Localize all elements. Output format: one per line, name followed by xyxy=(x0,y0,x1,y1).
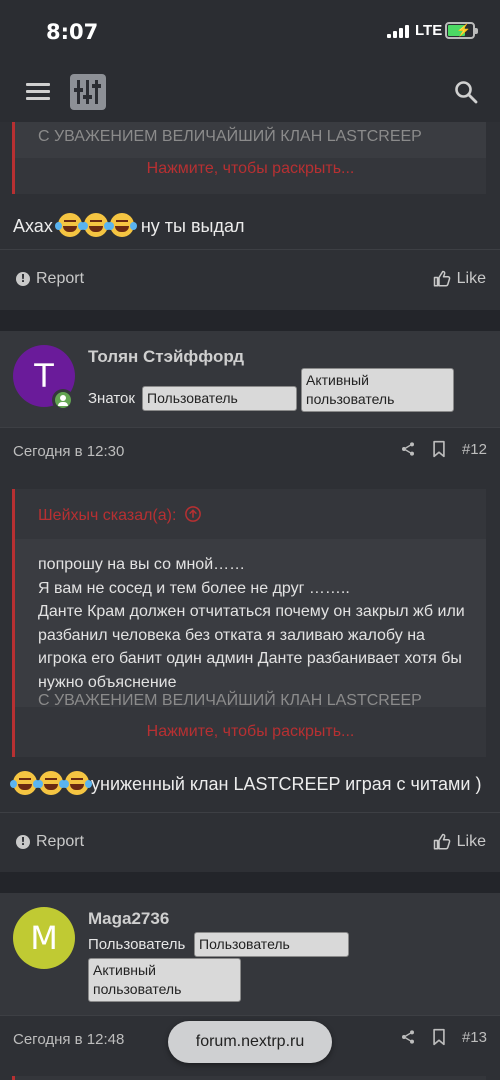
post-card: С УВАЖЕНИЕМ ВЕЛИЧАЙШИЙ КЛАН LASTCREEP На… xyxy=(0,122,500,310)
arrow-up-circle-icon xyxy=(185,506,201,522)
thread-content: С УВАЖЕНИЕМ ВЕЛИЧАЙШИЙ КЛАН LASTCREEP На… xyxy=(0,122,500,1080)
like-button[interactable]: Like xyxy=(433,833,486,851)
info-icon: ! xyxy=(16,835,30,849)
quote-block xyxy=(12,1076,486,1080)
browser-url-bar[interactable]: forum.nextrp.ru xyxy=(168,1021,332,1063)
forum-logo-icon[interactable] xyxy=(70,74,106,110)
message-text: ну ты выдал xyxy=(140,216,245,236)
tears-of-joy-icon xyxy=(54,213,85,237)
user-rank: Знаток xyxy=(88,390,135,407)
quote-block: Шейхыч сказал(а): попрошу на вы со мной…… xyxy=(12,489,486,757)
status-time: 8:07 xyxy=(46,20,99,44)
message-text: униженный клан LASTCREEP играя с читами … xyxy=(91,774,482,794)
like-label: Like xyxy=(456,270,486,287)
quote-author-label: Шейхыч сказал(а): xyxy=(38,507,177,524)
bookmark-icon[interactable] xyxy=(432,440,446,458)
quote-line: Данте Крам должен отчитаться почему он з… xyxy=(38,603,465,691)
post-message: Ахах ну ты выдал xyxy=(13,213,245,237)
quote-author[interactable]: Шейхыч сказал(а): xyxy=(38,505,202,525)
user-rank: Пользователь xyxy=(88,936,186,953)
share-icon[interactable] xyxy=(400,440,416,458)
tears-of-joy-icon xyxy=(62,771,92,795)
username-link[interactable]: Maga2736 xyxy=(88,909,169,929)
report-button[interactable]: ! Report xyxy=(16,270,84,288)
quote-fade-line: С УВАЖЕНИЕМ ВЕЛИЧАЙШИЙ КЛАН LASTCREEP xyxy=(38,692,422,709)
username-link[interactable]: Толян Стэйффорд xyxy=(88,347,244,367)
user-badge: Активный пользователь xyxy=(88,958,241,1002)
tears-of-joy-icon xyxy=(106,213,137,237)
quote-line: попрошу на вы со мной…… xyxy=(38,556,246,573)
post-date[interactable]: Сегодня в 12:48 xyxy=(13,1031,124,1048)
avatar[interactable]: M xyxy=(13,907,75,969)
signal-icon xyxy=(387,24,409,38)
user-badge: Пользователь xyxy=(194,932,349,957)
tears-of-joy-icon xyxy=(36,771,66,795)
tears-of-joy-icon xyxy=(10,771,40,795)
like-label: Like xyxy=(456,833,486,850)
report-button[interactable]: ! Report xyxy=(16,833,84,851)
network-label: LTE xyxy=(415,22,443,39)
expand-quote-link[interactable]: Нажмите, чтобы раскрыть... xyxy=(15,160,486,178)
user-badge: Активный пользователь xyxy=(301,368,454,412)
quote-text: попрошу на вы со мной…… Я вам не сосед и… xyxy=(38,553,474,694)
online-icon xyxy=(52,389,74,411)
thumbs-up-icon xyxy=(433,833,450,850)
info-icon: ! xyxy=(16,272,30,286)
expand-quote-link[interactable]: Нажмите, чтобы раскрыть... xyxy=(15,723,486,741)
quote-fade-line: С УВАЖЕНИЕМ ВЕЛИЧАЙШИЙ КЛАН LASTCREEP xyxy=(38,128,422,145)
post-card: T Толян Стэйффорд Знаток Пользователь Ак… xyxy=(0,331,500,872)
hamburger-icon[interactable] xyxy=(26,83,50,101)
app-header xyxy=(0,62,500,122)
report-label: Report xyxy=(36,833,85,850)
post-user-header: M Maga2736 Пользователь Пользователь Акт… xyxy=(0,893,500,1015)
like-button[interactable]: Like xyxy=(433,270,486,288)
status-bar: 8:07 LTE ⚡ xyxy=(0,0,500,62)
user-badge: Пользователь xyxy=(142,386,297,411)
post-date[interactable]: Сегодня в 12:30 xyxy=(13,443,124,460)
thumbs-up-icon xyxy=(433,270,450,287)
quote-block: С УВАЖЕНИЕМ ВЕЛИЧАЙШИЙ КЛАН LASTCREEP На… xyxy=(12,122,486,194)
post-user-header: T Толян Стэйффорд Знаток Пользователь Ак… xyxy=(0,331,500,427)
message-text: Ахах xyxy=(13,216,53,236)
report-label: Report xyxy=(36,270,85,287)
battery-icon: ⚡ xyxy=(445,22,478,39)
search-icon[interactable] xyxy=(454,80,478,104)
post-number-link[interactable]: #13 xyxy=(462,1029,487,1046)
post-meta: Сегодня в 12:30 #12 xyxy=(0,427,500,477)
bookmark-icon[interactable] xyxy=(432,1028,446,1046)
share-icon[interactable] xyxy=(400,1028,416,1046)
quote-line: Я вам не сосед и тем более не друг …….. xyxy=(38,579,350,597)
tears-of-joy-icon xyxy=(80,213,111,237)
post-number-link[interactable]: #12 xyxy=(462,441,487,458)
post-message: униженный клан LASTCREEP играя с читами … xyxy=(10,771,482,795)
